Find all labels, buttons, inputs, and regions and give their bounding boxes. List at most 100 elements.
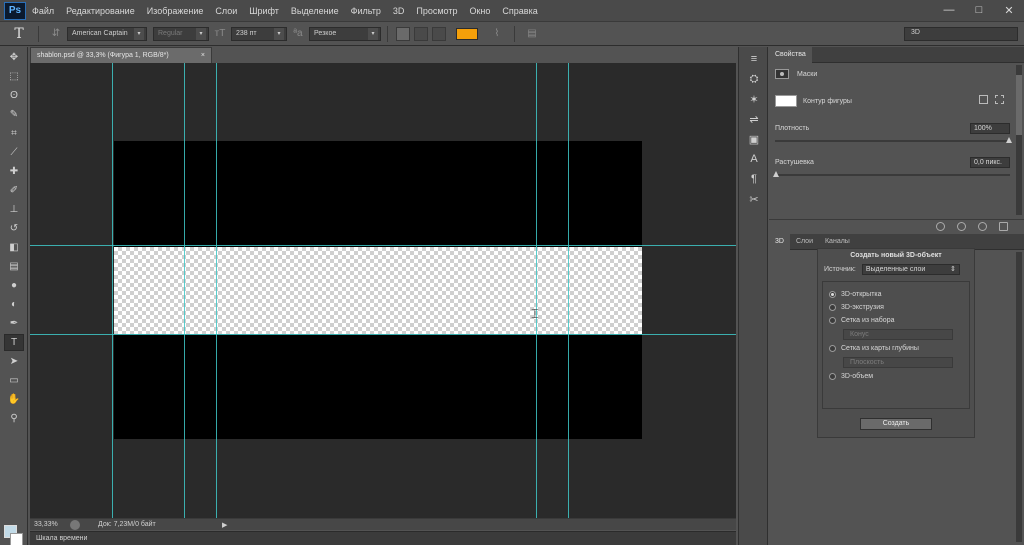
stamp-tool-icon[interactable]: ⊥ [4, 201, 24, 218]
guide-vertical[interactable] [568, 63, 569, 518]
density-value[interactable]: 100% [970, 123, 1010, 134]
close-tab-icon[interactable]: × [201, 52, 205, 59]
zoom-tool-icon[interactable]: ⚲ [4, 410, 24, 427]
text-orientation-icon[interactable]: ⇵ [48, 26, 64, 42]
brush-presets-icon[interactable]: ✶ [745, 91, 763, 107]
radio-button[interactable] [829, 304, 836, 311]
create-button[interactable]: Создать [860, 418, 932, 430]
blur-tool-icon[interactable]: ● [4, 277, 24, 294]
align-center-button[interactable] [414, 26, 428, 41]
guide-vertical[interactable] [536, 63, 537, 518]
character-panel-icon[interactable]: A [745, 151, 763, 167]
menu-type[interactable]: Шрифт [249, 6, 279, 16]
guide-vertical[interactable] [216, 63, 217, 518]
properties-scrollbar[interactable] [1016, 65, 1022, 215]
history-panel-icon[interactable]: ≡ [745, 51, 763, 67]
layers-scrollbar[interactable] [1016, 252, 1022, 542]
hand-tool-icon[interactable]: ✋ [4, 391, 24, 408]
quick-select-tool-icon[interactable]: ✎ [4, 106, 24, 123]
zoom-level[interactable]: 33,33% [30, 521, 64, 528]
tab-layers[interactable]: Слои [790, 234, 819, 250]
feather-value[interactable]: 0,0 пикс. [970, 157, 1010, 168]
paragraph-panel-icon[interactable]: ¶ [745, 171, 763, 187]
guide-horizontal[interactable] [30, 245, 736, 246]
shape-tool-icon[interactable]: ▭ [4, 372, 24, 389]
tab-properties[interactable]: Свойства [769, 46, 812, 63]
feather-slider[interactable]: Растушевка 0,0 пикс. [769, 153, 1024, 183]
workspace-select[interactable]: 3D [904, 27, 1018, 41]
type-tool-icon[interactable]: T [4, 334, 24, 351]
menu-window[interactable]: Окно [469, 6, 490, 16]
density-thumb[interactable] [1006, 137, 1012, 143]
warp-text-icon[interactable]: ⌇ [489, 26, 505, 42]
option-extrusion[interactable]: 3D-экструзия [823, 301, 969, 314]
font-size-select[interactable]: 238 пт ▾ [231, 26, 287, 41]
align-left-button[interactable] [396, 26, 410, 41]
brush-tool-icon[interactable]: ✐ [4, 182, 24, 199]
option-depth-map[interactable]: Сетка из карты глубины [823, 342, 969, 355]
healing-tool-icon[interactable]: ✚ [4, 163, 24, 180]
document-tab[interactable]: shablon.psd @ 33,3% (Фигура 1, RGB/8*) × [30, 47, 212, 63]
text-color-swatch[interactable] [456, 27, 478, 40]
option-postcard[interactable]: 3D-открытка [823, 288, 969, 301]
eyedropper-tool-icon[interactable]: ⟋ [4, 144, 24, 161]
status-menu-arrow-icon[interactable]: ▶ [222, 521, 227, 529]
eraser-tool-icon[interactable]: ◧ [4, 239, 24, 256]
feather-thumb[interactable] [773, 171, 779, 177]
minimize-button[interactable]: — [940, 2, 958, 18]
guide-vertical[interactable] [184, 63, 185, 518]
adjustments-icon[interactable]: ⇌ [745, 111, 763, 127]
menu-select[interactable]: Выделение [291, 6, 339, 16]
delete-icon[interactable] [999, 222, 1008, 231]
tab-3d[interactable]: 3D [769, 233, 790, 250]
pen-tool-icon[interactable]: ✒ [4, 315, 24, 332]
font-family-select[interactable]: American Captain ▾ [67, 26, 147, 41]
type-tool-preset-icon[interactable]: T [6, 25, 32, 43]
status-info-icon[interactable] [70, 519, 80, 530]
menu-file[interactable]: Файл [32, 6, 54, 16]
menu-help[interactable]: Справка [502, 6, 537, 16]
apply-mask-icon[interactable] [957, 222, 966, 231]
menu-layers[interactable]: Слои [215, 6, 237, 16]
add-vector-mask-icon[interactable] [995, 95, 1004, 104]
align-right-button[interactable] [432, 26, 446, 41]
lasso-tool-icon[interactable]: ʘ [4, 87, 24, 104]
radio-button[interactable] [829, 291, 836, 298]
gradient-tool-icon[interactable]: ▤ [4, 258, 24, 275]
guide-vertical[interactable] [112, 63, 113, 518]
option-mesh-preset[interactable]: Сетка из набора [823, 314, 969, 327]
source-select[interactable]: Выделенные слои ⇕ [861, 264, 960, 275]
menu-edit[interactable]: Редактирование [66, 6, 135, 16]
menu-3d[interactable]: 3D [393, 6, 405, 16]
option-volume[interactable]: 3D-объем [823, 370, 969, 383]
crop-tool-icon[interactable]: ⌗ [4, 125, 24, 142]
guide-horizontal[interactable] [30, 334, 736, 335]
radio-button[interactable] [829, 373, 836, 380]
menu-view[interactable]: Просмотр [416, 6, 457, 16]
density-slider[interactable]: Плотность 100% [769, 119, 1024, 149]
add-pixel-mask-icon[interactable] [979, 95, 988, 104]
background-color-swatch[interactable] [10, 533, 23, 545]
canvas-area[interactable]: ⌶ [30, 63, 736, 518]
menu-filter[interactable]: Фильтр [351, 6, 381, 16]
move-tool-icon[interactable]: ✥ [4, 49, 24, 66]
path-select-tool-icon[interactable]: ➤ [4, 353, 24, 370]
actions-panel-icon[interactable]: ⛭ [745, 71, 763, 87]
menu-image[interactable]: Изображение [147, 6, 204, 16]
close-button[interactable]: ✕ [1000, 2, 1018, 18]
radio-button[interactable] [829, 317, 836, 324]
dodge-tool-icon[interactable]: ◐ [4, 296, 24, 313]
character-panel-icon[interactable]: ▤ [524, 26, 540, 42]
history-brush-tool-icon[interactable]: ↺ [4, 220, 24, 237]
tool-presets-icon[interactable]: ✂ [745, 191, 763, 207]
antialias-select[interactable]: Резкое ▾ [309, 26, 381, 41]
selection-icon[interactable] [936, 222, 945, 231]
font-style-select[interactable]: Regular ▾ [153, 26, 209, 41]
clone-source-icon[interactable]: ▣ [745, 131, 763, 147]
marquee-tool-icon[interactable]: ⬚ [4, 68, 24, 85]
visibility-icon[interactable] [978, 222, 987, 231]
scrollbar-thumb[interactable] [1016, 75, 1022, 135]
timeline-panel-tab[interactable]: Шкала времени [30, 531, 736, 545]
maximize-button[interactable]: □ [970, 2, 988, 18]
radio-button[interactable] [829, 345, 836, 352]
